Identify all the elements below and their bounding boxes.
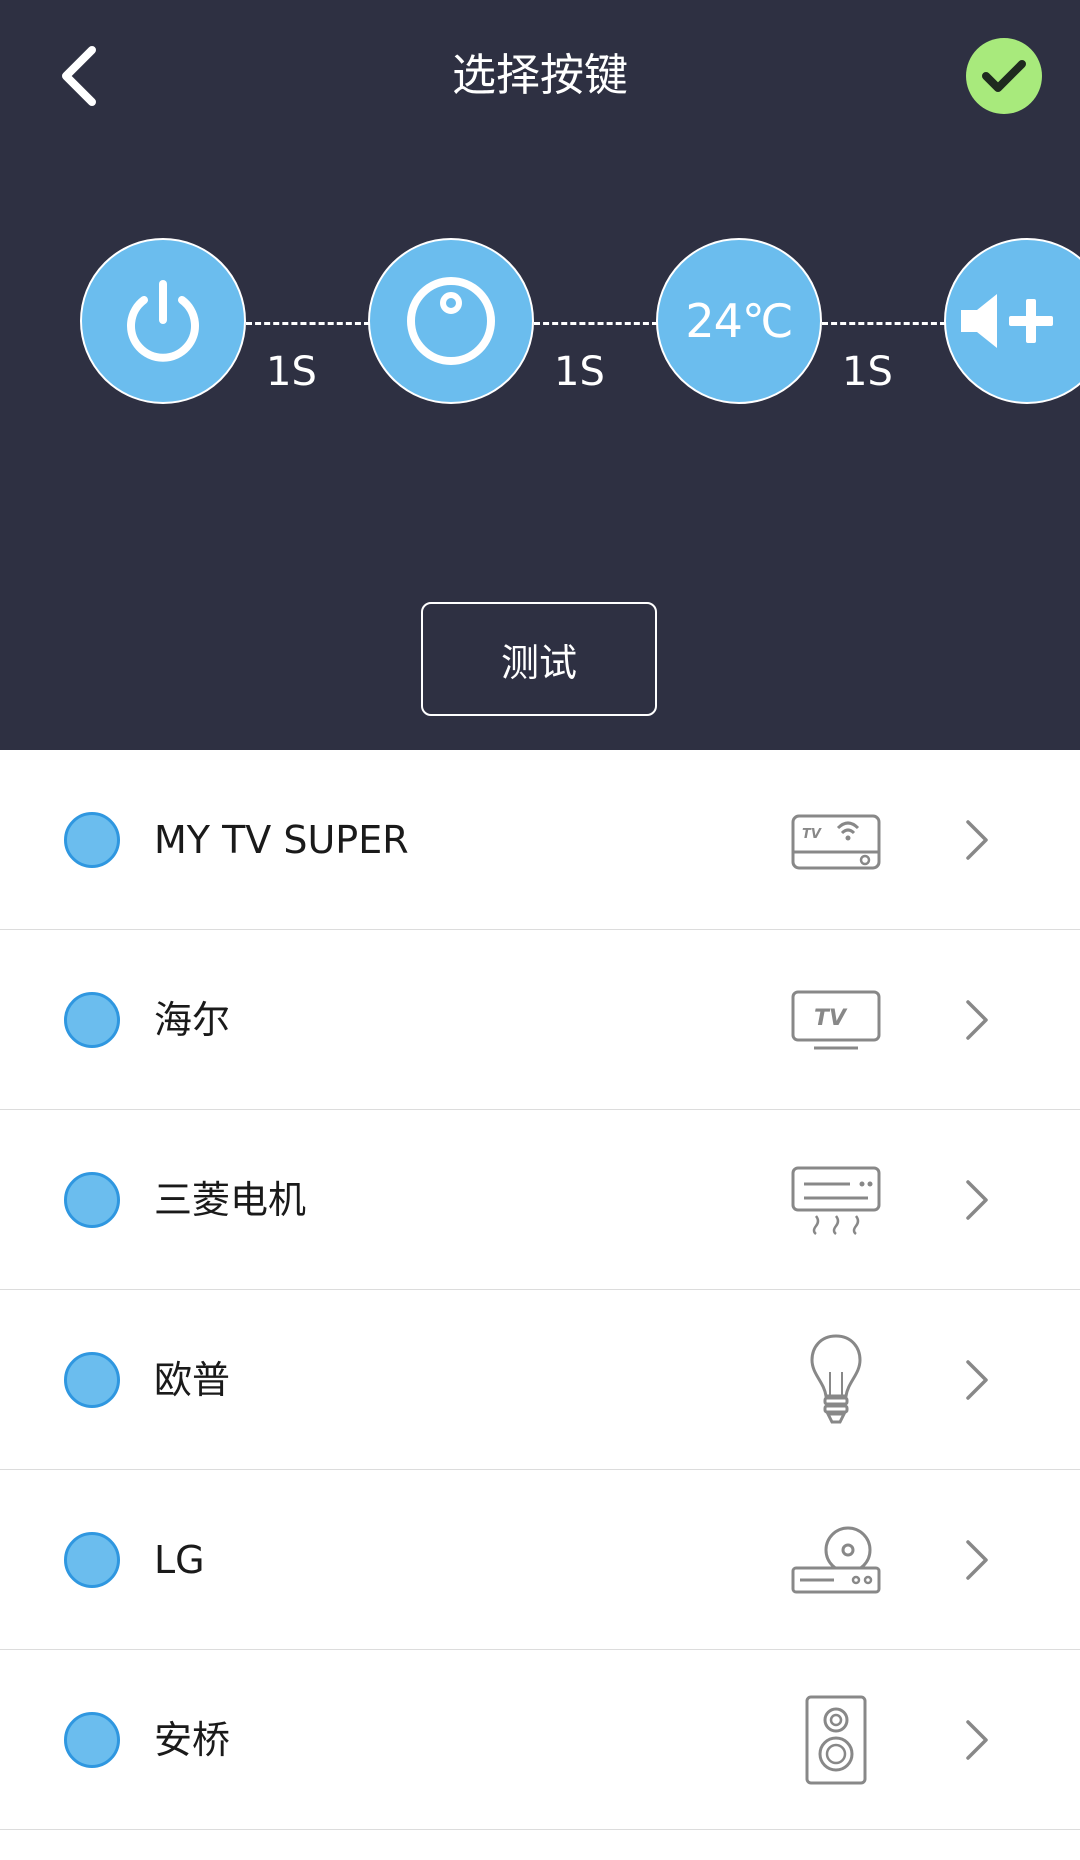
device-dot [64,1532,120,1588]
device-row-onkyo[interactable]: 安桥 [0,1650,1080,1830]
device-label: 欧普 [154,1358,231,1402]
top-panel: 选择按键 1S 1S 24℃ 1S 测试 [0,0,1080,750]
chevron-right-icon [956,810,996,870]
confirm-button[interactable] [966,38,1042,114]
temperature-label: 24℃ [685,294,793,348]
device-label: LG [154,1538,205,1582]
light-bulb-icon [786,1330,886,1430]
svg-text:TV: TV [802,827,822,842]
mode-icon [407,277,495,365]
device-dot [64,1352,120,1408]
page-title: 选择按键 [452,50,628,101]
chevron-right-icon [956,990,996,1050]
sequence-key-volume-up[interactable] [944,238,1080,404]
sequence-connector [246,322,370,325]
test-button[interactable]: 测试 [421,602,657,716]
tv-box-icon: TV [786,790,886,890]
volume-up-icon [961,294,1053,348]
sequence-delay: 1S [842,349,893,395]
check-icon [982,60,1026,92]
device-row-opple[interactable]: 欧普 [0,1290,1080,1470]
key-sequence: 1S 1S 24℃ 1S [0,238,1080,408]
device-label: 海尔 [154,998,231,1042]
device-dot [64,812,120,868]
chevron-right-icon [956,1530,996,1590]
chevron-right-icon [956,1170,996,1230]
air-conditioner-icon [786,1150,886,1250]
speaker-icon [786,1690,886,1790]
sequence-delay: 1S [554,349,605,395]
device-dot [64,1712,120,1768]
device-row-my-tv-super[interactable]: MY TV SUPER TV [0,750,1080,930]
device-label: 三菱电机 [154,1178,307,1222]
power-icon [127,280,199,362]
sequence-key-mode[interactable] [368,238,534,404]
sequence-key-temperature[interactable]: 24℃ [656,238,822,404]
device-label: MY TV SUPER [154,818,409,862]
sequence-connector [822,322,946,325]
dvd-player-icon [786,1510,886,1610]
device-row-haier[interactable]: 海尔 TV [0,930,1080,1110]
tv-icon: TV [786,970,886,1070]
chevron-right-icon [956,1350,996,1410]
svg-text:TV: TV [814,1006,848,1031]
chevron-right-icon [956,1710,996,1770]
device-row-lg[interactable]: LG [0,1470,1080,1650]
sequence-key-power[interactable] [80,238,246,404]
device-dot [64,992,120,1048]
sequence-connector [534,322,658,325]
device-list: MY TV SUPER TV 海尔 TV 三菱电机 欧普 LG 安桥 [0,750,1080,1830]
device-row-mitsubishi[interactable]: 三菱电机 [0,1110,1080,1290]
device-dot [64,1172,120,1228]
device-label: 安桥 [154,1718,231,1762]
sequence-delay: 1S [266,349,317,395]
